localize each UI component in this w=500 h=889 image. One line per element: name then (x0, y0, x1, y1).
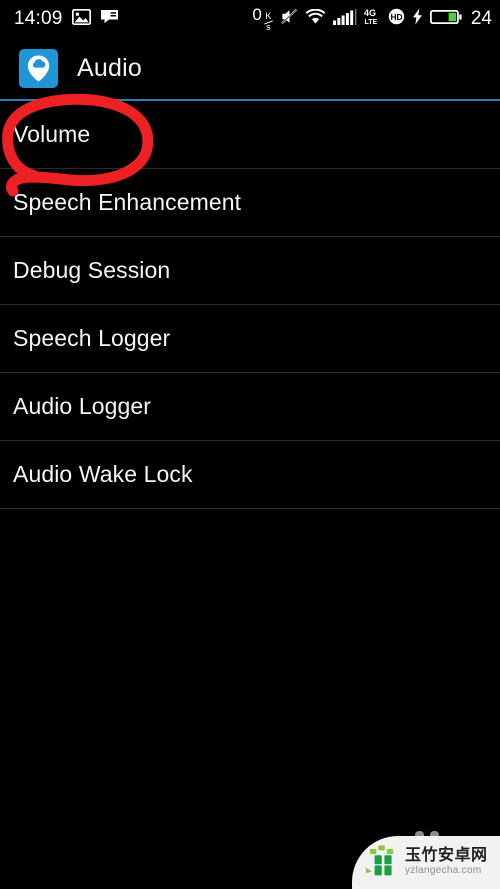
network-speed-unit: K s (263, 11, 273, 32)
app-header: Audio (0, 38, 500, 99)
watermark-text: 玉竹安卓网 yzlangecha.com (405, 847, 488, 877)
watermark-url: yzlangecha.com (405, 864, 482, 876)
list-item-debug-session[interactable]: Debug Session (0, 237, 500, 305)
status-bar-left: 14:09 (14, 8, 119, 30)
list-item-label: Debug Session (13, 257, 171, 283)
list-item-audio-wake-lock[interactable]: Audio Wake Lock (0, 441, 500, 509)
list-item-volume[interactable]: Volume (0, 101, 500, 169)
list-item-label: Volume (13, 121, 91, 147)
phone-screen: 14:09 0 K s 4G LTE HD 24 Audio Volume Sp… (0, 0, 500, 889)
hd-icon: HD (388, 8, 405, 30)
page-title: Audio (77, 54, 142, 82)
status-clock: 14:09 (14, 8, 63, 29)
message-icon (100, 9, 119, 29)
battery-icon (429, 9, 462, 30)
list-item-label: Audio Logger (13, 393, 152, 419)
charging-bolt-icon (412, 8, 423, 30)
list-item-label: Speech Logger (13, 325, 171, 351)
list-item-label: Audio Wake Lock (13, 461, 193, 487)
signal-bars-icon (332, 8, 357, 30)
battery-percent-label: 24 (470, 8, 492, 29)
list-item-label: Speech Enhancement (13, 189, 242, 215)
status-bar: 14:09 0 K s 4G LTE HD 24 (0, 0, 500, 38)
list-item-speech-enhancement[interactable]: Speech Enhancement (0, 169, 500, 237)
network-speed-indicator: 0 K s (252, 5, 273, 33)
watermark-title: 玉竹安卓网 (405, 847, 488, 865)
4g-lte-icon: 4G LTE (364, 8, 381, 30)
svg-text:4G: 4G (364, 8, 376, 18)
bamboo-logo-icon (364, 841, 400, 884)
wifi-icon (305, 8, 326, 30)
settings-list: Volume Speech Enhancement Debug Session … (0, 101, 500, 509)
list-item-audio-logger[interactable]: Audio Logger (0, 373, 500, 441)
image-icon (71, 8, 91, 30)
network-speed-value: 0 (252, 5, 262, 24)
mute-icon (280, 8, 298, 30)
svg-text:HD: HD (390, 12, 402, 22)
status-bar-right: 0 K s 4G LTE HD 24 (252, 5, 492, 33)
cloud-pin-icon (19, 49, 58, 88)
list-item-speech-logger[interactable]: Speech Logger (0, 305, 500, 373)
svg-text:LTE: LTE (364, 19, 377, 25)
site-watermark: 玉竹安卓网 yzlangecha.com (352, 836, 500, 889)
